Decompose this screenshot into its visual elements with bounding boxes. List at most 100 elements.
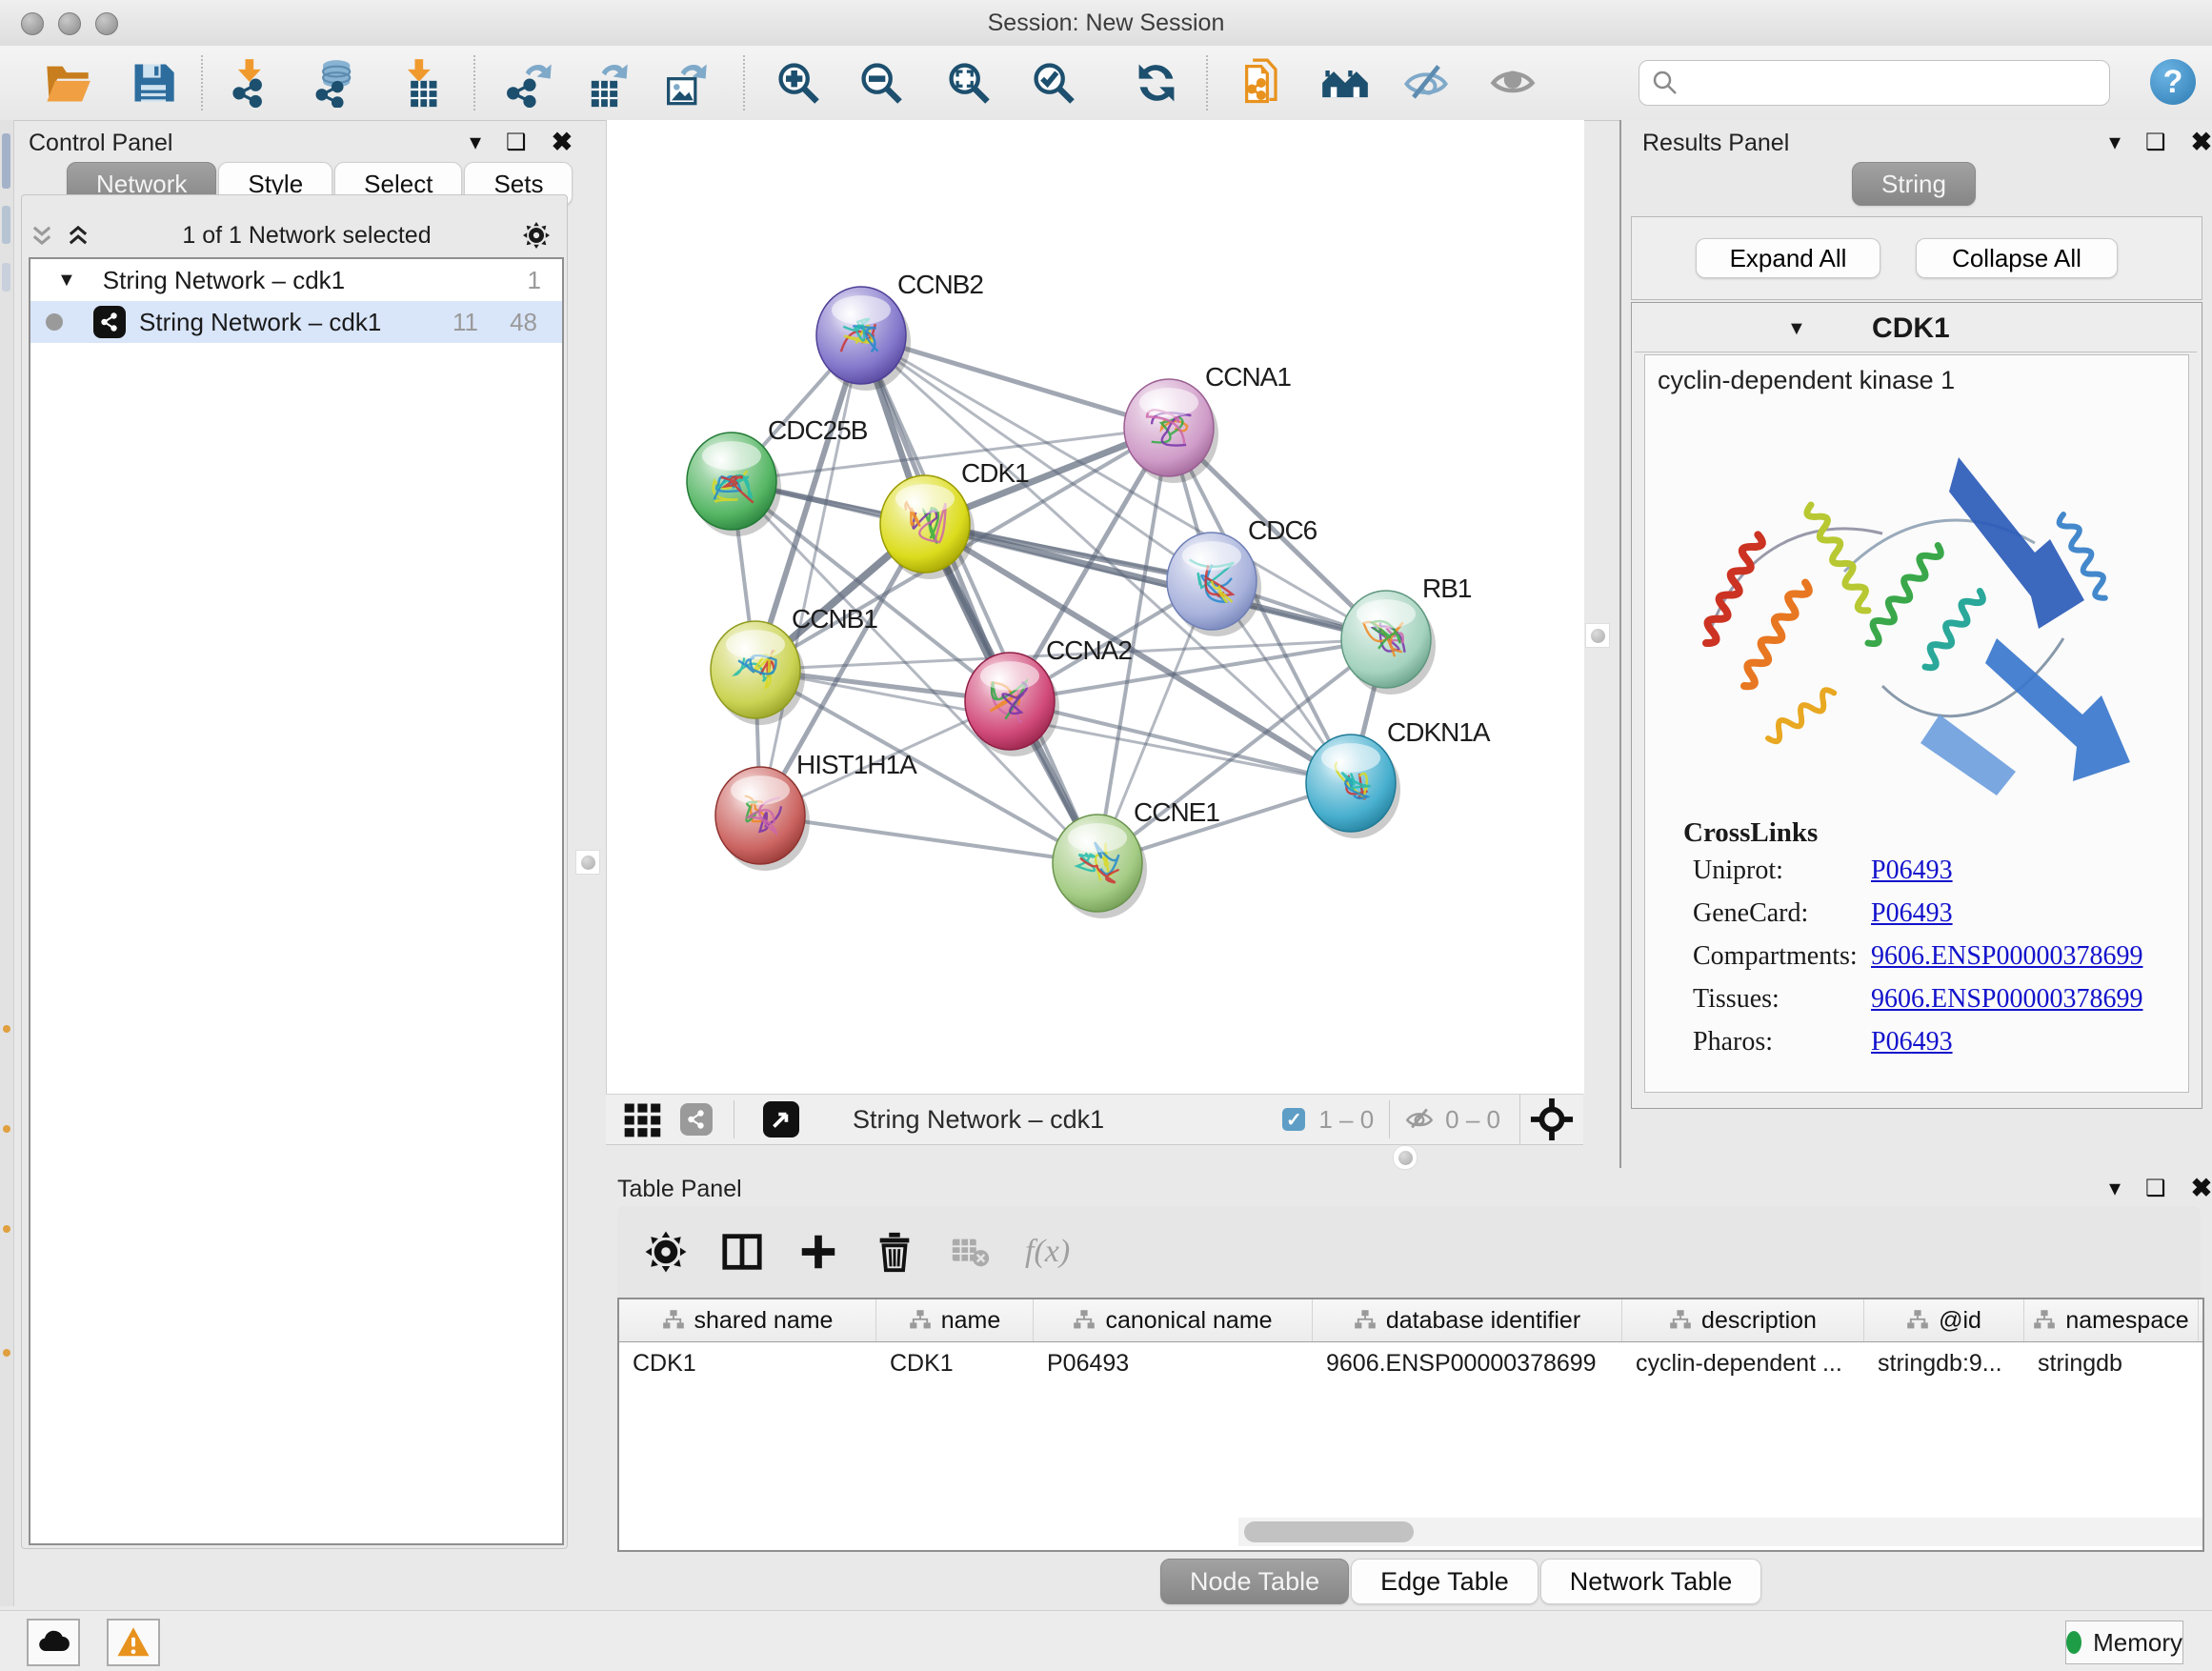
table-options-gear-icon[interactable] bbox=[644, 1230, 688, 1274]
hide-selected-icon[interactable] bbox=[1398, 53, 1455, 112]
results-panel-float-icon[interactable]: ❑ bbox=[2145, 131, 2166, 154]
network-view-canvas[interactable]: CCNB2CCNA1CDC25BCDK1CDC6RB1CCNB1CCNA2CDK… bbox=[606, 120, 1584, 1094]
scrollbar-thumb[interactable] bbox=[1244, 1521, 1414, 1542]
help-button[interactable]: ? bbox=[2150, 59, 2196, 105]
tab-string[interactable]: String bbox=[1852, 162, 1976, 206]
collection-expand-arrow-icon[interactable]: ▼ bbox=[57, 270, 76, 292]
save-session-icon[interactable] bbox=[125, 53, 182, 112]
right-splitter-handle[interactable] bbox=[1585, 623, 1610, 648]
column-header-description[interactable]: description bbox=[1622, 1299, 1864, 1341]
crosslink-link[interactable]: P06493 bbox=[1871, 898, 1953, 929]
results-panel-title: Results Panel bbox=[1642, 130, 1789, 157]
results-panel-close-icon[interactable]: ✖ bbox=[2191, 130, 2212, 155]
import-network-file-icon[interactable] bbox=[223, 53, 280, 112]
show-view-eye-icon[interactable] bbox=[1484, 53, 1541, 112]
cell-canonical-name[interactable]: P06493 bbox=[1034, 1350, 1313, 1378]
network-node-RB1[interactable] bbox=[1341, 591, 1436, 695]
node-table: shared namenamecanonical namedatabase id… bbox=[617, 1298, 2204, 1552]
table-panel-controls: ▾ ❑ ✖ bbox=[2109, 1176, 2212, 1201]
grid-view-icon[interactable] bbox=[621, 1098, 663, 1140]
fit-content-icon[interactable] bbox=[940, 53, 997, 112]
network-node-CDKN1A[interactable] bbox=[1306, 735, 1400, 838]
show-columns-icon[interactable] bbox=[720, 1230, 764, 1274]
crosslink-link[interactable]: 9606.ENSP00000378699 bbox=[1871, 941, 2142, 972]
crosslinks-title: CrossLinks bbox=[1683, 817, 2179, 849]
search-field[interactable] bbox=[1639, 60, 2110, 106]
table-panel-tabs: Node TableEdge TableNetwork Table bbox=[1160, 1559, 1763, 1604]
cloud-button[interactable] bbox=[27, 1619, 80, 1666]
column-header-canonical-name[interactable]: canonical name bbox=[1034, 1299, 1313, 1341]
left-splitter-handle[interactable] bbox=[575, 850, 600, 875]
cell-shared-name[interactable]: CDK1 bbox=[619, 1350, 876, 1378]
collapse-all-button[interactable]: Collapse All bbox=[1916, 238, 2118, 278]
column-header-namespace[interactable]: namespace bbox=[2024, 1299, 2199, 1341]
warnings-button[interactable] bbox=[107, 1619, 160, 1666]
column-header-name[interactable]: name bbox=[876, 1299, 1034, 1341]
table-panel-close-icon[interactable]: ✖ bbox=[2191, 1176, 2212, 1201]
network-node-CDC6[interactable] bbox=[1167, 533, 1261, 636]
string-view-icon[interactable] bbox=[680, 1103, 713, 1136]
network-node-CCNA1[interactable] bbox=[1124, 379, 1218, 483]
memory-button[interactable]: Memory bbox=[2065, 1621, 2183, 1664]
network-node-CCNE1[interactable] bbox=[1053, 815, 1147, 918]
network-node-CDK1[interactable] bbox=[880, 475, 975, 579]
entry-collapse-arrow-icon[interactable]: ▼ bbox=[1787, 318, 1806, 340]
node-label-CDC6: CDC6 bbox=[1248, 515, 1317, 545]
create-column-plus-icon[interactable] bbox=[796, 1230, 840, 1274]
zoom-selected-icon[interactable] bbox=[1025, 53, 1082, 112]
cell-name[interactable]: CDK1 bbox=[876, 1350, 1034, 1378]
table-row[interactable]: CDK1CDK1P064939606.ENSP00000378699cyclin… bbox=[619, 1342, 2202, 1384]
crosshair-navigate-icon[interactable] bbox=[1530, 1097, 1574, 1141]
table-panel-menu-icon[interactable]: ▾ bbox=[2109, 1178, 2121, 1200]
expand-all-button[interactable]: Expand All bbox=[1696, 238, 1880, 278]
home-icon[interactable] bbox=[1317, 53, 1374, 112]
toolbar-separator bbox=[473, 55, 475, 111]
column-header--id[interactable]: @id bbox=[1864, 1299, 2024, 1341]
cell--id[interactable]: stringdb:9... bbox=[1864, 1350, 2024, 1378]
table-horizontal-scrollbar[interactable] bbox=[1238, 1518, 2204, 1546]
control-panel-close-icon[interactable]: ✖ bbox=[552, 130, 573, 155]
gene-entry-header[interactable]: ▼ CDK1 bbox=[1635, 306, 2197, 352]
node-label-CDKN1A: CDKN1A bbox=[1387, 717, 1491, 747]
string-app-icon bbox=[93, 306, 126, 338]
share-document-icon[interactable] bbox=[1235, 53, 1292, 112]
import-network-database-icon[interactable] bbox=[306, 53, 363, 112]
delete-table-icon bbox=[949, 1230, 993, 1274]
crosslink-link[interactable]: P06493 bbox=[1871, 1027, 1953, 1057]
control-panel-float-icon[interactable]: ❑ bbox=[506, 131, 527, 154]
crosslink-link[interactable]: 9606.ENSP00000378699 bbox=[1871, 984, 2142, 1015]
cell-description[interactable]: cyclin-dependent ... bbox=[1622, 1350, 1864, 1378]
tab-edge-table[interactable]: Edge Table bbox=[1351, 1559, 1538, 1604]
column-header-shared-name[interactable]: shared name bbox=[619, 1299, 876, 1341]
network-node-HIST1H1A[interactable] bbox=[715, 767, 810, 871]
zoom-in-icon[interactable] bbox=[770, 53, 827, 112]
selected-nodes-checkbox-icon[interactable]: ✓ bbox=[1282, 1108, 1305, 1131]
table-panel-float-icon[interactable]: ❑ bbox=[2145, 1178, 2166, 1200]
network-node-CDC25B[interactable] bbox=[687, 433, 781, 536]
tab-node-table[interactable]: Node Table bbox=[1160, 1559, 1349, 1604]
export-table-icon[interactable] bbox=[577, 53, 634, 112]
control-panel-menu-icon[interactable]: ▾ bbox=[470, 131, 481, 154]
birdseye-view-icon[interactable] bbox=[763, 1101, 799, 1137]
export-image-icon[interactable] bbox=[656, 53, 714, 112]
delete-column-trash-icon[interactable] bbox=[873, 1230, 916, 1274]
network-node-CCNB2[interactable] bbox=[816, 287, 911, 391]
collapse-all-chevron-icon[interactable] bbox=[29, 222, 55, 249]
network-collection-row[interactable]: ▼ String Network – cdk1 1 bbox=[30, 259, 562, 301]
network-options-gear-icon[interactable] bbox=[522, 221, 551, 250]
import-table-icon[interactable] bbox=[392, 53, 450, 112]
column-header-database-identifier[interactable]: database identifier bbox=[1313, 1299, 1622, 1341]
zoom-out-icon[interactable] bbox=[853, 53, 910, 112]
tab-network-table[interactable]: Network Table bbox=[1540, 1559, 1762, 1604]
cell-namespace[interactable]: stringdb bbox=[2024, 1350, 2199, 1378]
crosslink-link[interactable]: P06493 bbox=[1871, 856, 1953, 886]
expand-all-chevron-icon[interactable] bbox=[65, 222, 91, 249]
results-panel-menu-icon[interactable]: ▾ bbox=[2109, 131, 2121, 154]
search-input[interactable] bbox=[1679, 63, 2109, 103]
network-row-selected[interactable]: String Network – cdk1 11 48 bbox=[30, 301, 562, 343]
refresh-icon[interactable] bbox=[1128, 53, 1185, 112]
open-session-icon[interactable] bbox=[39, 53, 96, 112]
cell-database-identifier[interactable]: 9606.ENSP00000378699 bbox=[1313, 1350, 1622, 1378]
horizontal-splitter-handle[interactable] bbox=[1393, 1145, 1418, 1170]
export-network-icon[interactable] bbox=[501, 53, 558, 112]
